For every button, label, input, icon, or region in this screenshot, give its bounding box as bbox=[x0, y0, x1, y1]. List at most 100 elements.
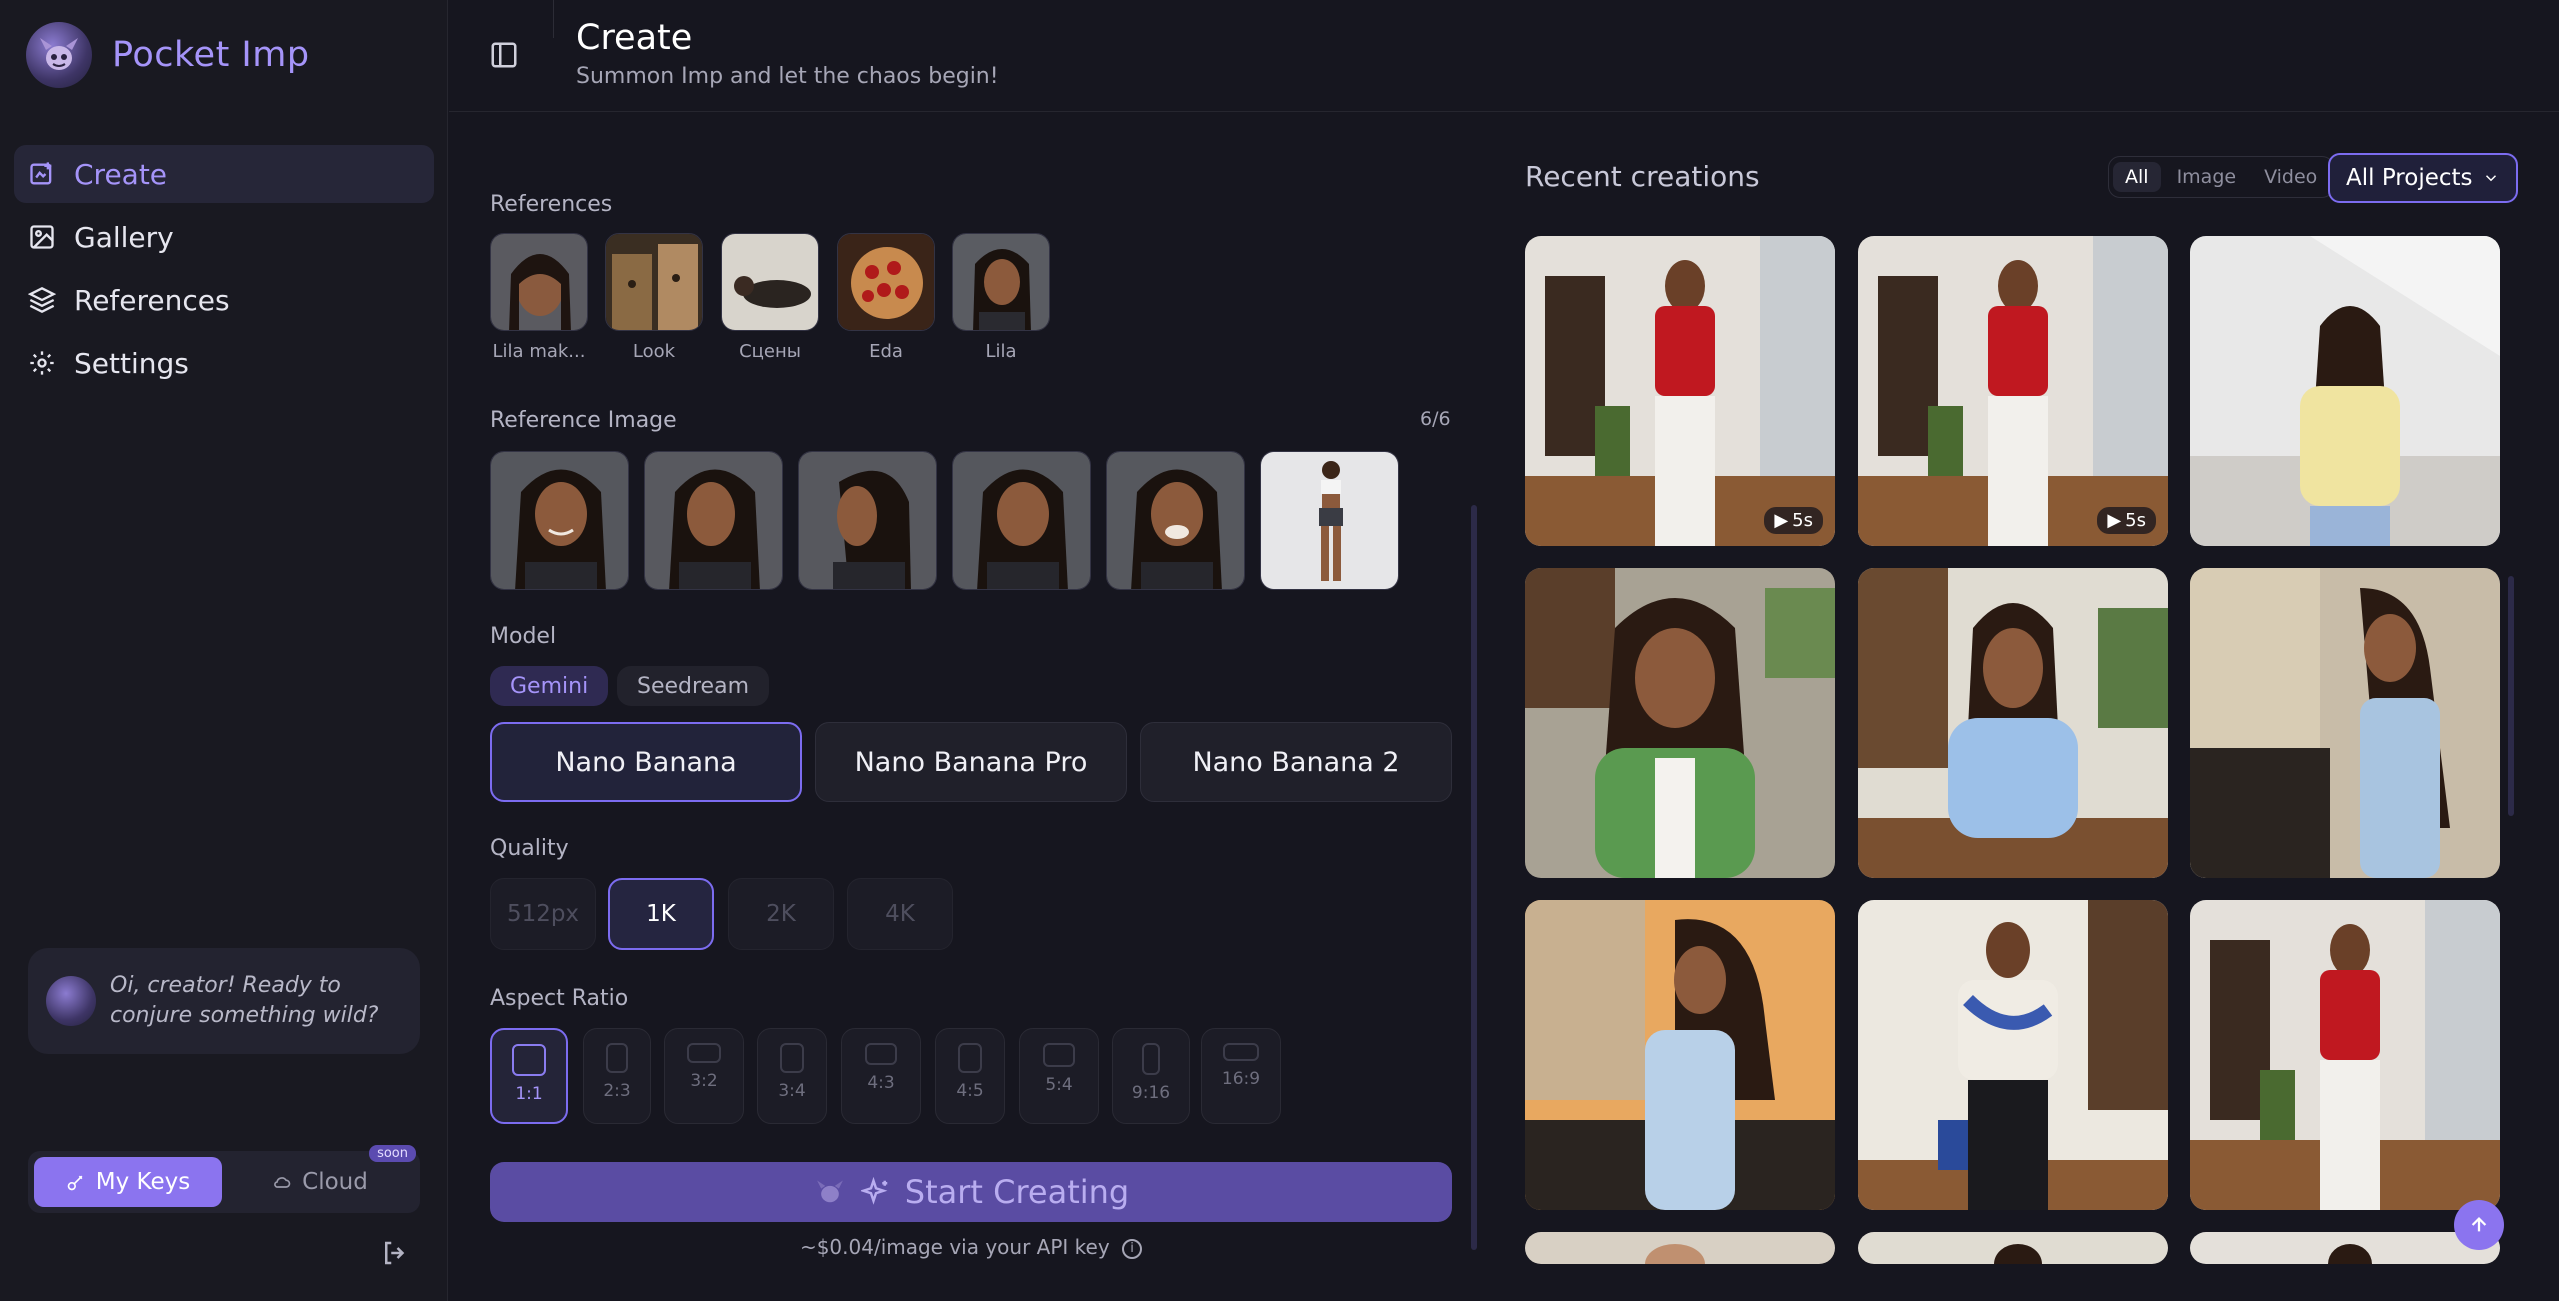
filter-all[interactable]: All bbox=[2113, 162, 2161, 192]
reference-item[interactable]: Lila mak... bbox=[490, 233, 588, 362]
chevron-down-icon bbox=[2485, 175, 2497, 182]
cloud-icon bbox=[274, 1177, 291, 1188]
left-panel-scrollbar[interactable] bbox=[1471, 505, 1477, 1250]
filter-image[interactable]: Image bbox=[2165, 162, 2249, 192]
aspect-3-2[interactable]: 3:2 bbox=[664, 1028, 744, 1124]
aspect-label: 4:3 bbox=[867, 1073, 895, 1093]
creation-tile[interactable] bbox=[2190, 236, 2500, 546]
reference-thumbnail bbox=[837, 233, 935, 331]
provider-gemini[interactable]: Gemini bbox=[490, 666, 609, 706]
quality-512px[interactable]: 512px bbox=[490, 878, 596, 950]
reference-image-thumbnail[interactable] bbox=[490, 451, 629, 590]
aspect-label: 1:1 bbox=[515, 1084, 543, 1104]
aspect-ratio-label: Aspect Ratio bbox=[490, 986, 629, 1011]
reference-name: Сцены bbox=[739, 341, 801, 362]
project-select[interactable]: All Projects bbox=[2328, 153, 2518, 203]
creation-tile[interactable] bbox=[1525, 900, 1835, 1210]
aspect-2-3[interactable]: 2:3 bbox=[583, 1028, 651, 1124]
divider bbox=[553, 0, 554, 38]
reference-item[interactable]: Look bbox=[605, 233, 703, 362]
creation-tile[interactable]: ▶ 5s bbox=[1525, 236, 1835, 546]
reference-name: Look bbox=[632, 341, 676, 362]
logout-icon[interactable] bbox=[380, 1238, 410, 1268]
reference-thumbnail bbox=[490, 233, 588, 331]
duration-text: 5s bbox=[1792, 510, 1813, 531]
creation-tile[interactable] bbox=[1525, 568, 1835, 878]
start-creating-button[interactable]: Start Creating bbox=[490, 1162, 1452, 1222]
reference-image-thumbnail[interactable] bbox=[1106, 451, 1245, 590]
reference-item[interactable]: Eda bbox=[837, 233, 935, 362]
page-title: Create bbox=[576, 18, 693, 58]
creation-tile[interactable] bbox=[2190, 1232, 2500, 1264]
ratio-shape-icon bbox=[512, 1044, 546, 1076]
aspect-4-5[interactable]: 4:5 bbox=[935, 1028, 1005, 1124]
soon-badge: soon bbox=[369, 1145, 416, 1162]
reference-name: Lila mak... bbox=[492, 341, 586, 362]
reference-image-label: Reference Image bbox=[490, 408, 677, 433]
ratio-shape-icon bbox=[1043, 1043, 1075, 1067]
creation-tile[interactable] bbox=[1858, 1232, 2168, 1264]
reference-thumbnail bbox=[605, 233, 703, 331]
sidebar-toggle-icon[interactable] bbox=[489, 40, 519, 70]
cloud-label: Cloud bbox=[302, 1169, 368, 1195]
aspect-4-3[interactable]: 4:3 bbox=[841, 1028, 921, 1124]
aspect-label: 3:2 bbox=[690, 1071, 718, 1091]
arrow-up-icon bbox=[2471, 1216, 2487, 1232]
aspect-3-4[interactable]: 3:4 bbox=[757, 1028, 827, 1124]
cloud-button[interactable]: Cloud bbox=[230, 1157, 410, 1207]
reference-image-thumbnail[interactable] bbox=[644, 451, 783, 590]
gallery-scrollbar[interactable] bbox=[2508, 576, 2514, 816]
model-nano-banana[interactable]: Nano Banana bbox=[490, 722, 802, 802]
aspect-label: 9:16 bbox=[1131, 1083, 1171, 1103]
filter-video[interactable]: Video bbox=[2252, 162, 2329, 192]
creation-tile[interactable]: ▶ 5s bbox=[1858, 236, 2168, 546]
media-filter: All Image Video bbox=[2108, 156, 2335, 198]
reference-item[interactable]: Сцены bbox=[721, 233, 819, 362]
aspect-label: 4:5 bbox=[956, 1081, 984, 1101]
provider-seedream[interactable]: Seedream bbox=[617, 666, 770, 706]
scroll-to-top-button[interactable] bbox=[2454, 1200, 2504, 1250]
app-name: Pocket Imp bbox=[112, 35, 310, 75]
sidebar-item-create[interactable]: Create bbox=[14, 145, 434, 203]
reference-image-thumbnail[interactable] bbox=[952, 451, 1091, 590]
quality-2k[interactable]: 2K bbox=[728, 878, 834, 950]
creation-tile[interactable] bbox=[1525, 1232, 1835, 1264]
sidebar-item-settings[interactable]: Settings bbox=[14, 334, 434, 392]
brand[interactable]: Pocket Imp bbox=[26, 22, 310, 88]
duration-badge: ▶ 5s bbox=[1764, 507, 1823, 534]
reference-thumbnail bbox=[721, 233, 819, 331]
creation-tile[interactable] bbox=[2190, 900, 2500, 1210]
info-icon[interactable]: i bbox=[1122, 1238, 1143, 1259]
model-nano-banana-2[interactable]: Nano Banana 2 bbox=[1140, 722, 1452, 802]
my-keys-button[interactable]: My Keys bbox=[34, 1157, 222, 1207]
creation-tile[interactable] bbox=[1858, 568, 2168, 878]
sidebar-item-label: Gallery bbox=[74, 220, 174, 254]
page-subtitle: Summon Imp and let the chaos begin! bbox=[576, 64, 999, 89]
quality-label: Quality bbox=[490, 836, 569, 861]
duration-badge: ▶ 5s bbox=[2097, 507, 2156, 534]
quality-4k[interactable]: 4K bbox=[847, 878, 953, 950]
imp-logo-icon bbox=[26, 22, 92, 88]
reference-image-thumbnail[interactable] bbox=[1260, 451, 1399, 590]
sidebar-item-label: Create bbox=[74, 157, 168, 191]
reference-image-thumbnail[interactable] bbox=[798, 451, 937, 590]
model-nano-banana-pro[interactable]: Nano Banana Pro bbox=[815, 722, 1127, 802]
my-keys-label: My Keys bbox=[95, 1169, 191, 1195]
ratio-shape-icon bbox=[687, 1043, 721, 1063]
sidebar-item-references[interactable]: References bbox=[14, 271, 434, 329]
aspect-5-4[interactable]: 5:4 bbox=[1019, 1028, 1099, 1124]
aspect-9-16[interactable]: 9:16 bbox=[1112, 1028, 1190, 1124]
create-icon bbox=[30, 162, 52, 185]
ratio-shape-icon bbox=[1223, 1043, 1259, 1061]
aspect-1-1[interactable]: 1:1 bbox=[490, 1028, 568, 1124]
key-icon bbox=[67, 1175, 83, 1191]
reference-thumbnail bbox=[952, 233, 1050, 331]
aspect-16-9[interactable]: 16:9 bbox=[1201, 1028, 1281, 1124]
quality-1k[interactable]: 1K bbox=[608, 878, 714, 950]
creation-tile[interactable] bbox=[1858, 900, 2168, 1210]
reference-item[interactable]: Lila bbox=[952, 233, 1050, 362]
cost-info: ~$0.04/image via your API key i bbox=[490, 1235, 1452, 1259]
creation-tile[interactable] bbox=[2190, 568, 2500, 878]
sidebar-item-gallery[interactable]: Gallery bbox=[14, 208, 434, 266]
sparkle-icon bbox=[860, 1177, 888, 1205]
